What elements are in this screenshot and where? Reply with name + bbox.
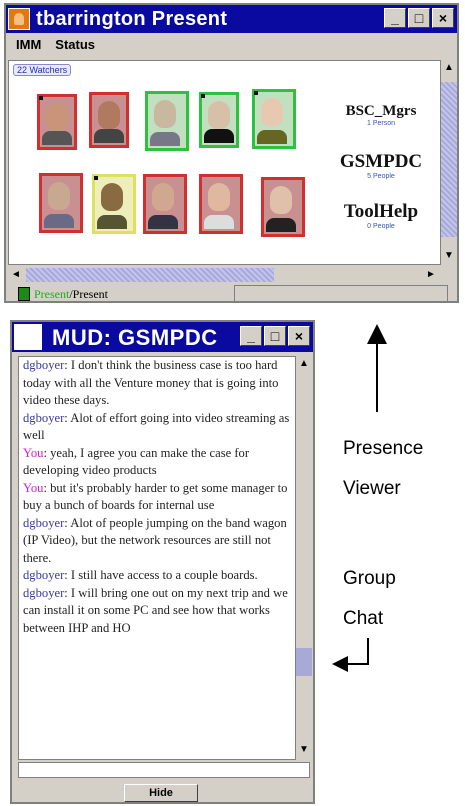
member-photo[interactable] [261,177,305,237]
chat-message: dgboyer: I don't think the business case… [23,358,279,407]
scroll-down-icon[interactable]: ▼ [296,742,312,758]
presence-titlebar[interactable]: tbarrington Present _ □ × [6,5,457,33]
menu-status[interactable]: Status [55,37,95,55]
close-icon[interactable]: × [288,326,310,346]
group-name: BSC_Mgrs [345,103,417,119]
arrow-left-icon [332,638,369,672]
message-author: dgboyer [23,568,65,582]
message-author: dgboyer [23,358,65,372]
member-photo[interactable] [143,174,187,234]
scroll-up-icon[interactable]: ▲ [296,356,312,372]
message-text: I still have access to a couple boards. [67,568,258,582]
member-photo[interactable] [39,173,83,233]
scroll-thumb[interactable] [26,268,274,282]
group-toolhelp[interactable]: ToolHelp 0 People [321,201,441,230]
status-field [234,285,448,302]
group-gsmpdc[interactable]: GSMPDC 5 People [321,151,441,180]
message-author: dgboyer [23,515,65,530]
status-dot [39,96,43,100]
chat-input[interactable] [18,762,310,778]
group-chat-label-1: Group [343,568,396,589]
minimize-icon[interactable]: _ [240,326,262,346]
member-photo[interactable] [92,174,136,234]
message-author: dgboyer [23,585,65,600]
group-count: 5 People [367,173,395,180]
chat-message: You: yeah, I agree you can make the case… [23,445,250,478]
member-photo[interactable] [199,92,239,148]
scroll-thumb[interactable] [296,648,312,676]
maximize-icon[interactable]: □ [264,326,286,346]
chat-message: You: but it's probably harder to get som… [23,480,288,513]
chat-title: MUD: GSMPDC [52,325,218,350]
message-author: You [23,480,44,495]
horizontal-scrollbar[interactable]: ◄ ► [8,267,439,283]
member-photo[interactable] [252,89,296,149]
message-author: You [23,445,44,460]
minimize-icon[interactable]: _ [384,8,406,28]
scroll-up-icon[interactable]: ▲ [441,60,457,76]
person-icon [8,8,30,30]
window-controls: _ □ × [384,8,454,28]
member-photo[interactable] [145,91,189,151]
chat-window: MUD: GSMPDC _ □ × dgboyer: I don't think… [10,320,315,804]
presence-viewer-label-1: Presence [343,438,424,459]
status-dot [254,91,258,95]
status-dot [94,176,98,180]
group-name: GSMPDC [339,151,423,172]
hide-button[interactable]: Hide [124,784,198,802]
chat-transcript[interactable]: dgboyer: I don't think the business case… [18,356,296,760]
chat-message: dgboyer: Alot of effort going into video… [23,410,290,443]
message-text: yeah, I agree you can make the case for … [23,445,250,478]
window-controls: _ □ × [240,326,310,346]
message-author: dgboyer [23,410,65,425]
presence-title: tbarrington Present [36,7,228,30]
group-count: 1 Person [366,120,396,127]
vertical-scrollbar[interactable]: ▲ ▼ [441,60,457,264]
close-icon[interactable]: × [432,8,454,28]
group-chat-label-2: Chat [343,608,384,629]
scroll-right-icon[interactable]: ► [423,267,439,283]
presence-panel: 22 Watchers BSC_Mgrs 1 Person GSMPDC 5 P… [8,60,441,265]
presence-window: tbarrington Present _ □ × IMM Status 22 … [4,3,459,303]
status-text[interactable]: Present/Present [34,287,108,302]
message-text: but it's probably harder to get some man… [23,480,288,513]
member-photo[interactable] [199,174,243,234]
chat-message: dgboyer: Alot of people jumping on the b… [23,515,287,565]
status-person-icon [18,287,30,301]
scroll-thumb[interactable] [441,82,457,237]
member-photo[interactable] [37,94,77,150]
menubar: IMM Status [8,37,95,55]
scroll-down-icon[interactable]: ▼ [441,248,457,264]
member-photo[interactable] [89,92,129,148]
chat-titlebar[interactable]: MUD: GSMPDC _ □ × [12,322,313,352]
group-name: ToolHelp [343,201,419,222]
window-icon [14,324,42,350]
group-bsc-mgrs[interactable]: BSC_Mgrs 1 Person [331,103,431,127]
arrow-up-icon [367,324,387,412]
chat-scrollbar[interactable]: ▲ ▼ [296,356,312,758]
presence-viewer-label-2: Viewer [343,478,401,499]
status-bar: Present/Present [8,285,455,303]
maximize-icon[interactable]: □ [408,8,430,28]
scroll-left-icon[interactable]: ◄ [8,267,24,283]
status-dot [201,94,205,98]
menu-imm[interactable]: IMM [16,37,41,55]
chat-message: dgboyer: I will bring one out on my next… [23,585,288,635]
watchers-tag[interactable]: 22 Watchers [13,64,72,76]
chat-message: dgboyer: I still have access to a couple… [23,568,258,582]
group-count: 0 People [367,223,395,230]
